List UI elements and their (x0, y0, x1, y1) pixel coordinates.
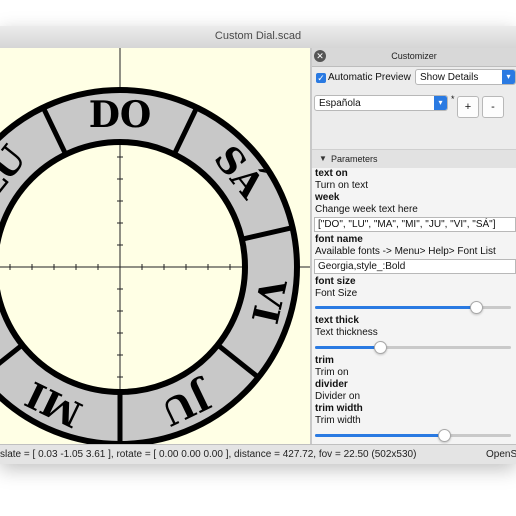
customizer-title: Customizer (391, 51, 437, 61)
param-font-name-name: font name (315, 234, 363, 245)
param-trim-desc: Trim on (315, 367, 349, 378)
param-divider-name: divider (315, 379, 348, 390)
customizer-panel: ✕ Customizer ✓ Automatic Preview Show De… (312, 48, 516, 444)
text-thick-slider-fill (315, 346, 380, 349)
preset-select-value: Española (319, 98, 361, 109)
parameters-label: Parameters (331, 154, 378, 164)
app-window: Custom Dial.scad DOSÁVIJUMIMALU ✕ Custom… (0, 26, 516, 464)
title-bar: Custom Dial.scad (0, 26, 516, 49)
automatic-preview-checkbox[interactable]: ✓ (316, 73, 326, 83)
camera-status: slate = [ 0.03 -1.05 3.61 ], rotate = [ … (0, 449, 417, 460)
chevron-down-icon: ▾ (502, 70, 515, 84)
param-font-name-desc: Available fonts -> Menu> Help> Font List (315, 246, 496, 257)
trim-width-slider[interactable] (315, 429, 511, 442)
param-text-on-desc: Turn on text (315, 180, 368, 191)
param-font-size-name: font size (315, 276, 356, 287)
chevron-down-icon: ▾ (434, 96, 447, 110)
param-font-size-desc: Font Size (315, 288, 358, 299)
trim-width-slider-knob[interactable] (438, 429, 451, 442)
status-app-name: OpenS (486, 449, 516, 460)
3d-viewport[interactable]: DOSÁVIJUMIMALU (0, 48, 310, 444)
font-size-slider[interactable] (315, 301, 511, 314)
disclosure-triangle-icon: ▼ (319, 154, 327, 163)
week-input[interactable]: ["DO", "LU", "MA", "MI", "JU", "VI", "SÁ… (314, 217, 516, 232)
param-text-on-name: text on (315, 168, 348, 179)
details-select-value: Show Details (420, 72, 479, 83)
preset-select[interactable]: Española ▾ (314, 95, 448, 111)
automatic-preview-label: Automatic Preview (328, 72, 411, 83)
remove-preset-button[interactable]: - (482, 96, 504, 118)
param-week-name: week (315, 192, 340, 203)
details-select[interactable]: Show Details ▾ (415, 69, 516, 85)
param-trim-width-desc: Trim width (315, 415, 361, 426)
parameters-section-header[interactable]: ▼ Parameters (312, 149, 516, 169)
customizer-header: ✕ Customizer (312, 48, 516, 67)
parameters-list: text on Turn on text week Change week te… (312, 168, 516, 444)
param-text-thick-desc: Text thickness (315, 327, 378, 338)
font-size-slider-fill (315, 306, 476, 309)
param-divider-desc: Divider on (315, 391, 361, 402)
param-trim-width-name: trim width (315, 403, 363, 414)
preset-modified-marker: * (451, 94, 455, 104)
param-week-desc: Change week text here (315, 204, 418, 215)
font-name-input[interactable]: Georgia,style_:Bold (314, 259, 516, 274)
window-title: Custom Dial.scad (214, 30, 302, 42)
trim-width-slider-fill (315, 434, 444, 437)
font-size-slider-knob[interactable] (470, 301, 483, 314)
param-trim-name: trim (315, 355, 334, 366)
dial-day-label: DO (89, 94, 152, 136)
text-thick-slider-knob[interactable] (374, 341, 387, 354)
status-bar: slate = [ 0.03 -1.05 3.61 ], rotate = [ … (0, 444, 516, 464)
dial-render[interactable]: DOSÁVIJUMIMALU (0, 48, 310, 444)
text-thick-slider[interactable] (315, 341, 511, 354)
add-preset-button[interactable]: + (457, 96, 479, 118)
param-text-thick-name: text thick (315, 315, 359, 326)
